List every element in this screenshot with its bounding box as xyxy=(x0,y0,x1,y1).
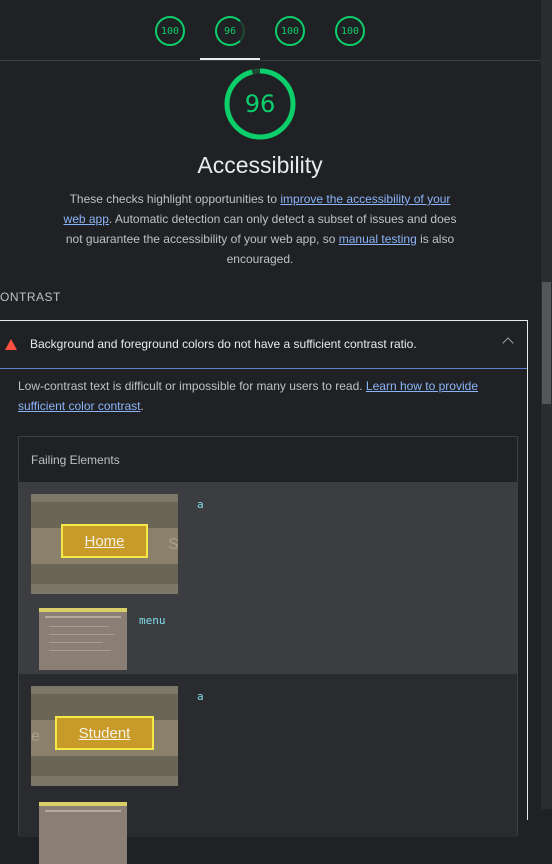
category-description: These checks highlight opportunities to … xyxy=(60,189,460,269)
highlighted-element: Home xyxy=(61,524,148,558)
element-screenshot: Home S xyxy=(31,494,178,594)
audit-group-title: ONTRAST xyxy=(0,290,61,304)
score-label: 100 xyxy=(340,25,360,37)
neighbor-text: S xyxy=(168,536,178,553)
table-row[interactable]: Home S a menu xyxy=(19,482,517,674)
best-practices-score-gauge[interactable]: 100 xyxy=(275,16,305,46)
active-tab-indicator xyxy=(200,58,260,60)
score-label: 96 xyxy=(223,25,237,37)
audit-description-end: . xyxy=(140,399,144,413)
failing-elements-table: Failing Elements Home S a menu Student e… xyxy=(18,436,518,864)
category-title: Accessibility xyxy=(197,152,323,178)
description-text: These checks highlight opportunities to xyxy=(69,192,281,206)
element-text: Home xyxy=(84,532,125,550)
element-text: Student xyxy=(78,724,131,742)
score-tabs: 100 96 100 100 xyxy=(0,0,541,61)
scrollbar-track[interactable] xyxy=(541,0,552,809)
node-snippet[interactable]: a xyxy=(197,498,204,511)
node-snippet[interactable]: a xyxy=(197,690,204,703)
chevron-up-icon[interactable] xyxy=(502,337,514,349)
page-screenshot-thumbnail xyxy=(39,608,127,670)
audit-title: Background and foreground colors do not … xyxy=(30,337,417,351)
category-score-number: 96 xyxy=(244,90,276,118)
score-label: 100 xyxy=(280,25,300,37)
category-score-gauge: 96 xyxy=(224,68,296,140)
accessibility-score-gauge[interactable]: 96 xyxy=(215,16,245,46)
score-label: 100 xyxy=(160,25,180,37)
seo-score-gauge[interactable]: 100 xyxy=(335,16,365,46)
highlighted-element: Student xyxy=(55,716,154,750)
scrollbar-thumb[interactable] xyxy=(542,282,551,404)
table-header: Failing Elements xyxy=(19,437,517,483)
fail-triangle-icon xyxy=(5,339,17,350)
performance-score-gauge[interactable]: 100 xyxy=(155,16,185,46)
parent-node-snippet[interactable]: menu xyxy=(139,614,166,627)
neighbor-text: e xyxy=(31,728,40,745)
table-row[interactable]: Student e a xyxy=(19,674,517,864)
audit-description: Low-contrast text is difficult or imposs… xyxy=(18,376,498,416)
audit-description-text: Low-contrast text is difficult or imposs… xyxy=(18,379,366,393)
element-screenshot: Student e xyxy=(31,686,178,786)
page-screenshot-thumbnail xyxy=(39,802,127,864)
contrast-audit: Background and foreground colors do not … xyxy=(0,320,528,864)
audit-header[interactable]: Background and foreground colors do not … xyxy=(0,321,527,369)
manual-testing-link[interactable]: manual testing xyxy=(339,232,417,246)
table-header-label: Failing Elements xyxy=(31,453,120,467)
